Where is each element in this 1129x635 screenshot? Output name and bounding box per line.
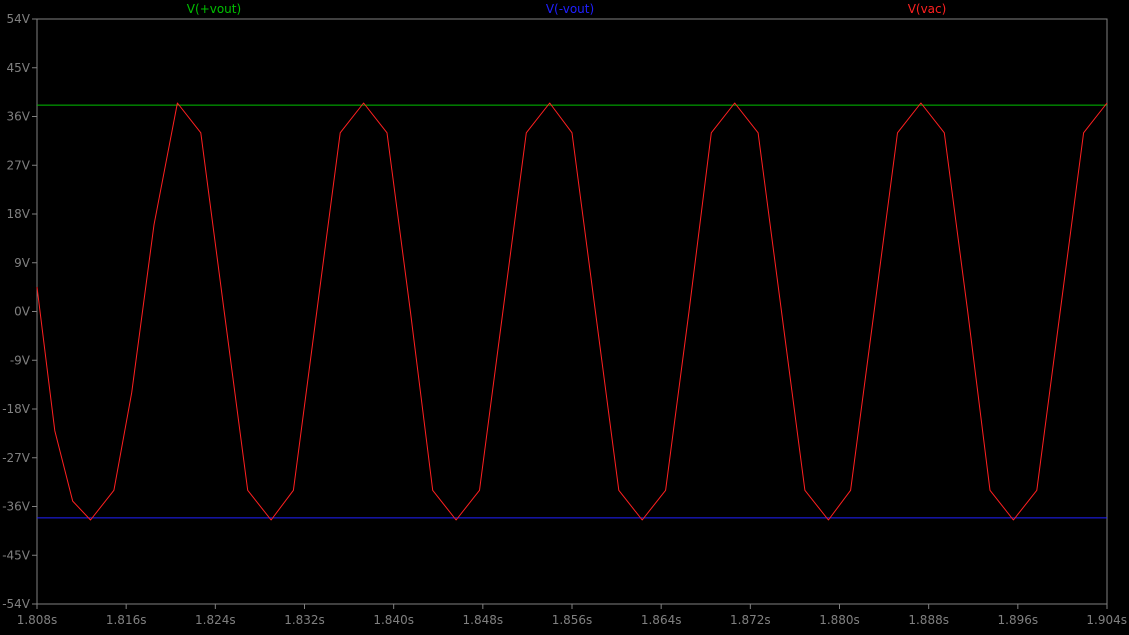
- y-tick-label: 0V: [14, 305, 31, 319]
- legend-label-v-vout[interactable]: V(+vout): [187, 2, 241, 16]
- y-tick-label: -18V: [2, 402, 31, 416]
- legend-label-v-vac[interactable]: V(vac): [908, 2, 947, 16]
- y-tick-label: 9V: [14, 256, 31, 270]
- y-tick-label: -27V: [2, 451, 31, 465]
- x-tick-label: 1.816s: [106, 613, 147, 627]
- y-tick-label: -45V: [2, 548, 31, 562]
- x-tick-label: 1.808s: [17, 613, 58, 627]
- y-tick-label: 54V: [7, 12, 31, 26]
- x-tick-label: 1.832s: [284, 613, 325, 627]
- y-tick-label: 45V: [7, 61, 31, 75]
- y-tick-label: 18V: [7, 207, 31, 221]
- x-tick-label: 1.824s: [195, 613, 236, 627]
- x-tick-label: 1.856s: [552, 613, 593, 627]
- x-tick-label: 1.896s: [998, 613, 1039, 627]
- y-tick-label: -36V: [2, 500, 31, 514]
- x-tick-label: 1.880s: [819, 613, 860, 627]
- waveform-viewer[interactable]: 54V 45V 36V 27V 18V 9V 0V -9V -18V -27V -36V -45V -5…: [0, 0, 1129, 630]
- y-tick-label: -54V: [2, 597, 31, 611]
- plot-background: [0, 0, 1129, 630]
- x-tick-label: 1.840s: [373, 613, 414, 627]
- y-tick-label: -9V: [10, 353, 31, 367]
- x-tick-label: 1.872s: [730, 613, 771, 627]
- x-tick-label: 1.888s: [908, 613, 949, 627]
- y-tick-label: 36V: [7, 110, 31, 124]
- x-tick-label: 1.864s: [641, 613, 682, 627]
- legend-label-v-vout[interactable]: V(-vout): [546, 2, 594, 16]
- x-tick-label: 1.904s: [1086, 613, 1127, 627]
- y-tick-label: 27V: [7, 158, 31, 172]
- waveform-plot[interactable]: 54V 45V 36V 27V 18V 9V 0V -9V -18V -27V -36V -45V -5…: [0, 0, 1129, 630]
- x-tick-label: 1.848s: [463, 613, 504, 627]
